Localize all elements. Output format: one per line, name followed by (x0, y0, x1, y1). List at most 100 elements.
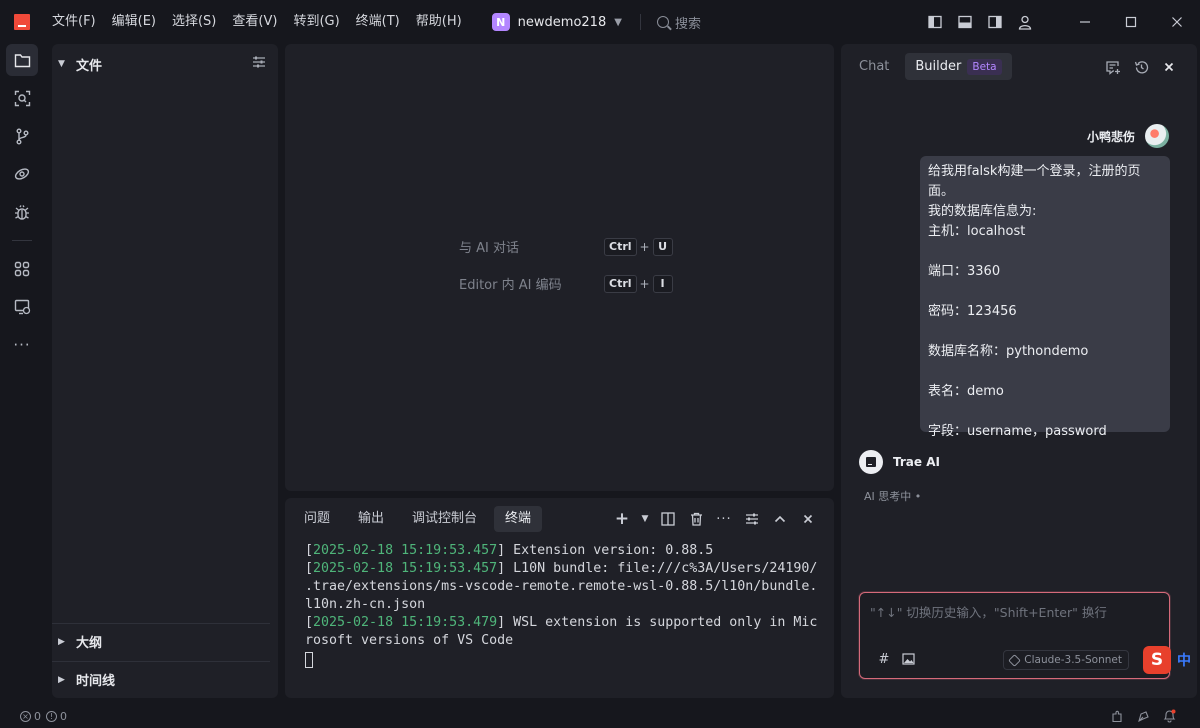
minimize-button[interactable] (1062, 0, 1108, 44)
editor-area[interactable]: 与 AI 对话 Ctrl + U Editor 内 AI 编码 Ctrl + I (285, 44, 834, 491)
user-name: 小鸭悲伤 (1086, 129, 1135, 144)
explorer-header[interactable]: ▼ 文件 (58, 54, 270, 74)
model-selector[interactable]: Claude-3.5-Sonnet (1003, 650, 1129, 670)
thinking-status: AI 思考中 • (864, 490, 922, 503)
hint-inline-ai: Editor 内 AI 编码 Ctrl + I (459, 274, 673, 293)
history-button[interactable] (1127, 56, 1155, 78)
monitor-check-icon (14, 299, 30, 315)
menu-goto[interactable]: 转到(G) (285, 0, 347, 44)
log-timestamp: 2025-02-18 15:19:53.457 (313, 561, 498, 576)
menu-terminal[interactable]: 终端(T) (348, 0, 408, 44)
menu-selection[interactable]: 选择(S) (164, 0, 224, 44)
search-box[interactable]: 搜索 (656, 13, 701, 32)
split-terminal-button[interactable] (654, 508, 682, 530)
ime-indicator[interactable]: S 中 (1143, 646, 1191, 674)
chevron-right-icon: ▶ (58, 636, 65, 647)
tab-problems[interactable]: 问题 (293, 506, 341, 532)
hint-label: Editor 内 AI 编码 (459, 278, 562, 293)
outline-section[interactable]: ▶ 大纲 (52, 623, 270, 659)
source-control-button[interactable] (6, 120, 38, 152)
terminal-settings-button[interactable] (738, 508, 766, 530)
add-terminal-button[interactable]: + (608, 508, 636, 530)
chevron-down-icon: ▼ (614, 16, 622, 28)
user-message: 给我用falsk构建一个登录，注册的页面。 我的数据库信息为: 主机：local… (920, 156, 1170, 439)
app-logo-icon (14, 14, 30, 30)
filter-icon[interactable] (252, 56, 266, 72)
problems-indicator[interactable]: × 0 ! 0 (20, 710, 67, 723)
remote-explorer-button[interactable] (6, 158, 38, 190)
terminal-output[interactable]: [2025-02-18 15:19:53.457] Extension vers… (305, 542, 825, 669)
terminal-line: [2025-02-18 15:19:53.457] L10N bundle: f… (305, 561, 818, 612)
tab-debug-console[interactable]: 调试控制台 (401, 506, 488, 532)
bell-icon (1163, 709, 1175, 723)
explorer-button[interactable] (6, 44, 38, 76)
feedback-button[interactable] (1130, 708, 1156, 724)
account-button[interactable] (1010, 7, 1040, 37)
ime-mode: 中 (1177, 653, 1191, 669)
maximize-button[interactable] (1108, 0, 1154, 44)
terminal-line: [2025-02-18 15:19:53.457] Extension vers… (305, 543, 714, 558)
chat-input[interactable]: "↑↓" 切换历史输入，"Shift+Enter" 换行 # Claude-3.… (859, 592, 1170, 679)
image-upload-button[interactable] (896, 650, 920, 668)
chat-input-placeholder: "↑↓" 切换历史输入，"Shift+Enter" 换行 (870, 605, 1107, 620)
user-message-header: 小鸭悲伤 (1087, 124, 1169, 148)
image-icon (901, 653, 915, 665)
copilot-status-button[interactable] (1104, 708, 1130, 724)
new-chat-icon (1106, 60, 1120, 75)
toggle-bottom-panel-button[interactable] (950, 7, 980, 37)
panel-tabs: 问题 输出 调试控制台 终端 (293, 506, 548, 532)
input-tools: # (872, 650, 920, 668)
log-text: ] Extension version: 0.88.5 (497, 543, 714, 558)
layout-left-icon (928, 15, 942, 29)
timeline-section[interactable]: ▶ 时间线 (52, 661, 270, 697)
chevron-down-icon[interactable]: ▼ (636, 508, 654, 530)
tab-builder-label: Builder (915, 59, 962, 74)
tab-builder[interactable]: Builder Beta (905, 53, 1012, 80)
search-icon (656, 16, 669, 28)
search-view-button[interactable] (6, 82, 38, 114)
beta-badge: Beta (967, 58, 1002, 75)
close-panel-button[interactable] (794, 508, 822, 530)
remote-icon (14, 168, 30, 180)
notifications-button[interactable] (1156, 708, 1182, 724)
assistant-header: Trae AI (859, 450, 940, 474)
warning-count: 0 (60, 709, 67, 723)
menu-file[interactable]: 文件(F) (44, 0, 104, 44)
split-icon (661, 512, 675, 526)
minimize-icon (1080, 21, 1090, 23)
log-timestamp: 2025-02-18 15:19:53.457 (313, 543, 498, 558)
project-switcher[interactable]: N newdemo218 ▼ (491, 13, 622, 31)
tab-chat[interactable]: Chat (849, 53, 899, 80)
tab-output[interactable]: 输出 (347, 506, 395, 532)
menu-help[interactable]: 帮助(H) (408, 0, 470, 44)
terminal-toolbar: + ▼ ··· (608, 508, 822, 530)
activity-bar: ··· (0, 44, 44, 704)
more-icon[interactable]: ··· (710, 508, 738, 530)
search-placeholder: 搜索 (674, 16, 701, 32)
maximize-panel-button[interactable] (766, 508, 794, 530)
user-icon (1018, 15, 1032, 30)
log-timestamp: 2025-02-18 15:19:53.479 (313, 615, 498, 630)
extensions-button[interactable] (6, 253, 38, 285)
hint-ai-chat: 与 AI 对话 Ctrl + U (459, 237, 673, 256)
ai-chat-panel: Chat Builder Beta 小鸭悲伤 给我用falsk构建一个登录，注册… (841, 44, 1197, 698)
more-icon[interactable]: ··· (6, 329, 38, 361)
remote-window-button[interactable] (6, 291, 38, 323)
history-icon (1134, 60, 1148, 73)
toggle-right-panel-button[interactable] (980, 7, 1010, 37)
close-window-button[interactable] (1154, 0, 1200, 44)
git-branch-icon (16, 128, 28, 144)
kill-terminal-button[interactable] (682, 508, 710, 530)
menu-edit[interactable]: 编辑(E) (104, 0, 164, 44)
tab-terminal[interactable]: 终端 (494, 506, 543, 532)
status-bar: × 0 ! 0 (0, 704, 1200, 728)
close-chat-button[interactable] (1155, 56, 1183, 78)
maximize-icon (1125, 16, 1137, 28)
debug-button[interactable] (6, 196, 38, 228)
explorer-sidebar: ▼ 文件 ▶ 大纲 ▶ 时间线 (52, 44, 278, 698)
new-chat-button[interactable] (1099, 56, 1127, 78)
menu-view[interactable]: 查看(V) (224, 0, 285, 44)
hash-icon[interactable]: # (872, 650, 896, 668)
toggle-left-panel-button[interactable] (920, 7, 950, 37)
project-badge: N (491, 13, 510, 31)
